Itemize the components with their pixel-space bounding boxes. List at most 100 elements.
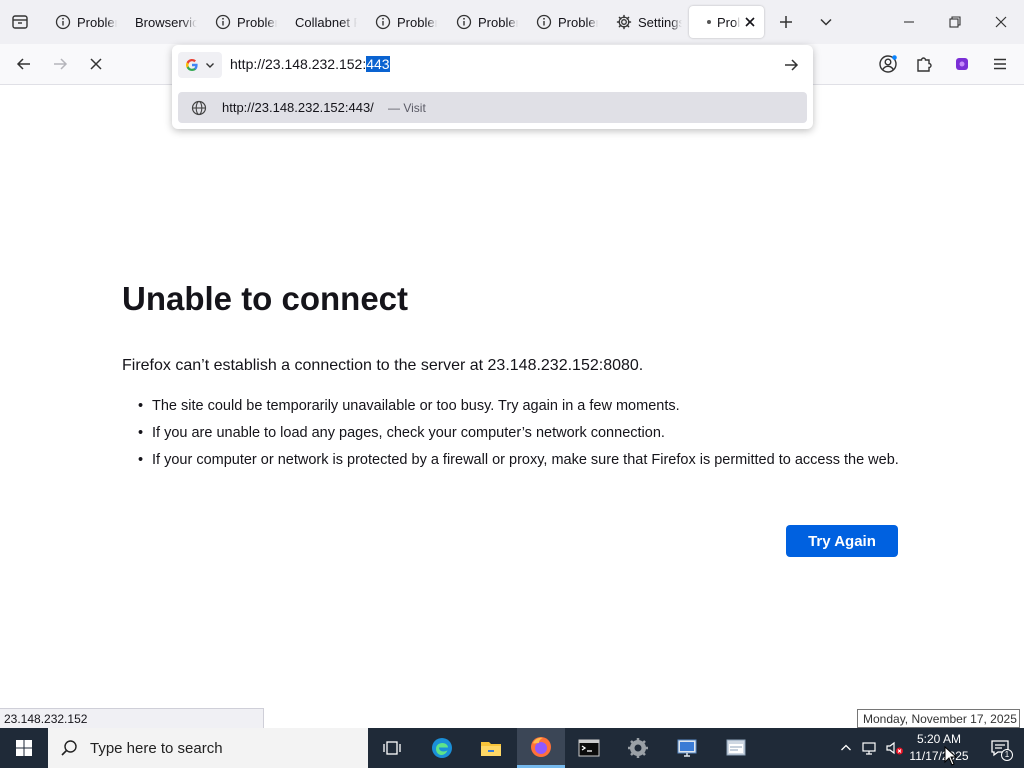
taskbar-clock[interactable]: 5:20 AM 11/17/2025 [906,731,972,765]
tab-label: Problem [397,14,437,30]
minimize-button[interactable] [886,0,932,44]
try-again-button[interactable]: Try Again [786,525,898,557]
list-item: If you are unable to load any pages, che… [138,423,908,443]
tab-label: Prob [717,14,740,30]
info-circle-icon [536,14,552,30]
search-engine-button[interactable] [178,52,222,78]
list-item: If your computer or network is protected… [138,450,908,470]
show-hidden-icons-button[interactable] [836,738,856,758]
arrow-right-icon [785,59,799,71]
chevron-down-icon [820,18,832,26]
forward-button[interactable] [46,50,74,78]
new-tab-button[interactable] [774,10,798,34]
tab-problem-4[interactable]: Problem [456,6,518,38]
taskbar-file-explorer[interactable] [467,728,515,768]
arrow-left-icon [16,58,30,70]
close-icon [995,16,1007,28]
account-button[interactable] [874,50,902,78]
error-title: Unable to connect [122,280,409,317]
start-button[interactable] [0,728,48,768]
task-view-button[interactable] [368,728,416,768]
tab-problem-5[interactable]: Problem [536,6,598,38]
taskbar: Type here to search 1 [0,728,1024,768]
taskbar-search-box[interactable]: Type here to search [48,728,368,768]
stop-button[interactable] [82,50,110,78]
restore-button[interactable] [932,0,978,44]
notification-count-badge: 1 [1001,749,1013,761]
taskbar-edge[interactable] [418,728,466,768]
tab-list-button[interactable] [8,10,32,34]
tab-active-problem[interactable]: Prob [689,6,764,38]
taskbar-terminal[interactable] [565,728,613,768]
gear-icon [616,14,632,30]
search-icon [61,740,77,756]
list-all-tabs-button[interactable] [814,10,838,34]
url-text: http://23.148.232.152: [230,56,367,72]
suggestion-url: http://23.148.232.152:443/ [222,100,374,115]
tab-browservices[interactable]: Browservices [135,6,197,38]
close-window-button[interactable] [978,0,1024,44]
globe-icon [191,100,207,116]
back-button[interactable] [10,50,38,78]
account-icon [879,55,897,73]
extensions-button[interactable] [910,50,938,78]
mouse-cursor-icon [944,746,958,766]
tab-problem-1[interactable]: Problem [55,6,117,38]
search-placeholder: Type here to search [90,739,223,757]
tab-settings[interactable]: Settings [616,6,682,38]
tab-label: Browservices [135,14,197,30]
google-icon [186,59,198,71]
folder-icon [481,742,501,756]
loading-dot-icon [707,20,711,24]
extension-button[interactable] [948,50,976,78]
puzzle-piece-icon [917,57,932,72]
tab-label: Collabnet F [295,14,357,30]
url-input[interactable]: http://23.148.232.152:443 [230,56,390,72]
taskbar-app[interactable] [712,728,760,768]
chevron-up-icon [841,744,851,751]
tab-label: Problem [237,14,277,30]
gear-icon [628,738,648,758]
remote-desktop-icon [677,739,697,757]
taskbar-remote-desktop[interactable] [663,728,711,768]
terminal-icon [578,739,600,757]
list-item: The site could be temporarily unavailabl… [138,396,908,416]
tab-label: Problem [77,14,117,30]
edge-browser-icon [432,738,452,758]
info-circle-icon [215,14,231,30]
tab-label: Settings [638,14,682,30]
stop-x-icon [90,58,102,70]
suggestion-action: — Visit [388,101,426,115]
tab-label: Problem [478,14,518,30]
close-tab-icon[interactable] [744,16,756,28]
tab-collabnet[interactable]: Collabnet F [295,6,357,38]
app-menu-button[interactable] [986,50,1014,78]
arrow-right-icon [54,58,68,70]
tab-list-icon [12,15,28,29]
volume-muted-icon [886,741,903,755]
error-suggestions-list: The site could be temporarily unavailabl… [138,396,908,477]
network-icon [862,742,876,755]
notifications-button[interactable]: 1 [976,728,1024,768]
tab-problem-3[interactable]: Problem [375,6,437,38]
url-selected-text: 443 [366,56,390,72]
taskbar-firefox[interactable] [517,728,565,768]
tab-strip: Problem Browservices Problem Collabnet F… [0,0,1024,44]
volume-tray-button[interactable] [884,738,906,758]
go-button[interactable] [779,53,803,77]
chevron-down-icon [206,63,214,68]
url-suggestion-row[interactable]: http://23.148.232.152:443/ — Visit [178,92,807,123]
window-app-icon [726,739,746,756]
task-view-icon [383,741,401,755]
status-bar-url: 23.148.232.152 [0,708,264,728]
taskbar-settings[interactable] [614,728,662,768]
date-tooltip: Monday, November 17, 2025 [857,709,1020,728]
plus-icon [780,16,792,28]
info-circle-icon [55,14,71,30]
tab-label: Problem [558,14,598,30]
clock-time: 5:20 AM [916,732,962,746]
network-tray-button[interactable] [860,738,880,758]
firefox-icon [531,736,551,757]
clock-date: 11/17/2025 [909,749,969,763]
tab-problem-2[interactable]: Problem [215,6,277,38]
